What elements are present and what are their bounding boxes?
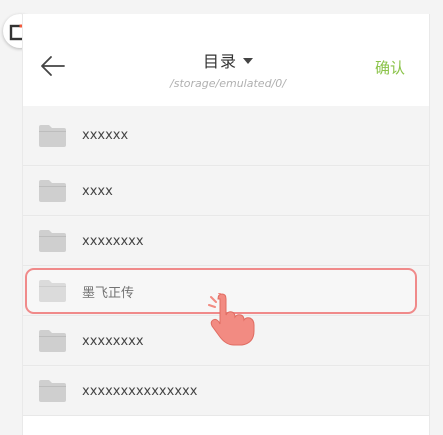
folder-label: xxxxxxxx	[82, 233, 144, 249]
confirm-button[interactable]: 确认	[375, 57, 405, 78]
folder-label: xxxxxxxx	[82, 333, 144, 349]
folder-label: 墨飞正传	[82, 285, 135, 301]
folder-item[interactable]: xxxxxxxx	[23, 217, 429, 266]
folder-icon	[39, 380, 66, 402]
folder-item[interactable]: xxxxxxxxxxxxxxx	[23, 367, 429, 416]
folder-label: xxxxxx	[82, 128, 129, 143]
folder-icon	[39, 230, 66, 252]
current-path: /storage/emulated/0/	[170, 77, 286, 90]
page-title: 目录	[202, 52, 237, 71]
title-block: 目录 /storage/emulated/0/	[143, 48, 313, 90]
caret-down-icon	[243, 58, 253, 64]
folder-icon	[39, 330, 66, 352]
folder-label: xxxxxxxxxxxxxxx	[82, 383, 198, 399]
folder-item[interactable]: xxxxxx	[23, 106, 429, 166]
folder-list: xxxxxx xxxx xxxxxxxx 墨飞正传 xxxxxxxx xxxxx…	[23, 106, 429, 416]
folder-item[interactable]: xxxx	[23, 167, 429, 216]
folder-icon	[39, 180, 66, 202]
directory-picker-panel: 目录 /storage/emulated/0/ 确认 xxxxxx xxxx x…	[22, 14, 430, 435]
directory-dropdown[interactable]: 目录	[203, 48, 253, 72]
folder-label: xxxx	[82, 183, 113, 199]
folder-item[interactable]: xxxxxxxx	[23, 317, 429, 366]
picker-header: 目录 /storage/emulated/0/ 确认	[23, 14, 429, 107]
arrow-left-icon	[41, 56, 65, 76]
folder-icon	[39, 124, 66, 147]
folder-icon	[39, 280, 66, 302]
folder-item-highlighted[interactable]: 墨飞正传	[23, 267, 429, 316]
back-button[interactable]	[39, 52, 67, 80]
